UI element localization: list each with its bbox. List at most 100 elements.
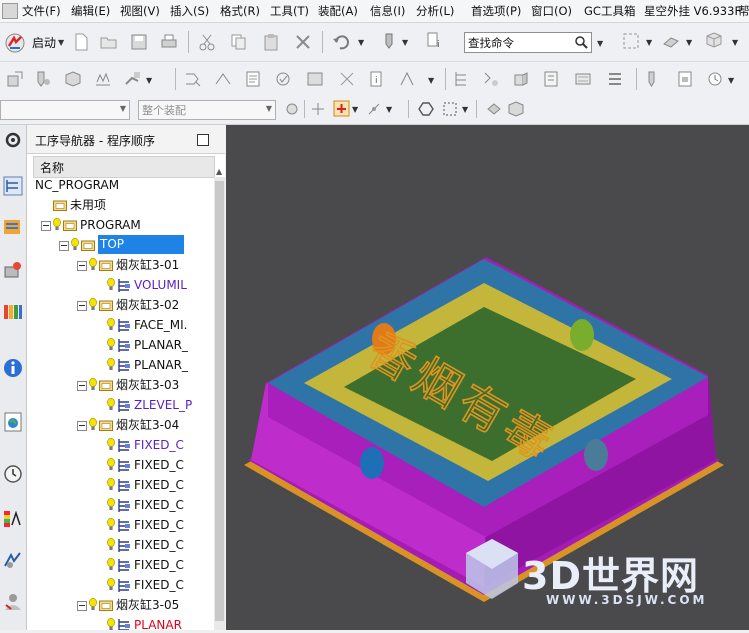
search-icon[interactable]	[574, 35, 588, 49]
operation-row[interactable]: FIXED_C	[27, 435, 213, 455]
geometry-navigator-tab-icon[interactable]	[2, 259, 24, 281]
fit-dropdown-icon[interactable]: ▼	[646, 38, 652, 47]
info-dropdown-icon[interactable]: ▼	[728, 76, 734, 85]
feeds-speeds-icon[interactable]	[574, 70, 592, 88]
filter-settings-icon[interactable]	[284, 101, 300, 117]
operation-row[interactable]: FIXED_C	[27, 515, 213, 535]
show-hide-icon[interactable]	[486, 101, 502, 117]
method-view-icon[interactable]	[542, 70, 560, 88]
start-dropdown-icon[interactable]: ▼	[58, 38, 64, 47]
menu-edit[interactable]: 编辑(E)	[71, 3, 110, 19]
tree-collapse-icon[interactable]	[77, 381, 87, 391]
library-tab-icon[interactable]	[2, 301, 24, 323]
menu-plugin[interactable]: 星空外挂 V6.933F	[644, 3, 741, 19]
command-search-input[interactable]: 查找命令	[464, 32, 592, 53]
snap-point-icon[interactable]	[310, 101, 326, 117]
tree-collapse-icon[interactable]	[41, 221, 51, 231]
menu-preferences[interactable]: 首选项(P)	[471, 3, 521, 19]
tree-collapse-icon[interactable]	[59, 241, 69, 251]
snap-midpoint-icon[interactable]	[366, 101, 382, 117]
delete-path-icon[interactable]	[338, 70, 356, 88]
hexagon-select-icon[interactable]	[418, 101, 434, 117]
print-icon[interactable]	[160, 33, 178, 51]
menu-assembly[interactable]: 装配(A)	[318, 3, 358, 19]
geometry-view-icon[interactable]	[512, 70, 530, 88]
postprocess-icon[interactable]: i	[368, 70, 386, 88]
scrollbar-thumb[interactable]	[215, 181, 224, 621]
operation-row[interactable]: ZLEVEL_P	[27, 395, 213, 415]
new-file-icon[interactable]	[72, 33, 90, 51]
solid-body-icon[interactable]	[508, 101, 524, 117]
program-group-row[interactable]: 烟灰缸3-05	[27, 595, 213, 615]
operation-row[interactable]: PLANAR_	[27, 335, 213, 355]
create-dropdown-icon[interactable]: ▼	[146, 76, 152, 85]
machine-tool-view-icon[interactable]	[482, 70, 500, 88]
shaded-cube-icon[interactable]	[705, 31, 723, 49]
open-folder-icon[interactable]	[100, 33, 118, 51]
verify-path-icon[interactable]	[274, 70, 292, 88]
assembly-scope-dropdown-icon[interactable]: ▼	[266, 104, 272, 113]
start-icon[interactable]	[4, 32, 26, 54]
operation-row[interactable]: FACE_MI.	[27, 315, 213, 335]
search-dropdown-icon[interactable]: ▼	[597, 39, 603, 48]
operation-row[interactable]: FIXED_C	[27, 495, 213, 515]
program-order-view-icon[interactable]	[452, 70, 470, 88]
create-operation-icon[interactable]	[124, 70, 142, 88]
program-group-row[interactable]: 烟灰缸3-01	[27, 255, 213, 275]
create-tool-icon[interactable]	[34, 70, 52, 88]
replay-path-icon[interactable]	[214, 70, 232, 88]
history-tab-icon[interactable]	[2, 463, 24, 485]
program-group-row[interactable]: 烟灰缸3-04	[27, 415, 213, 435]
machine-tool-navigator-tab-icon[interactable]	[2, 217, 24, 239]
operation-navigator-tab-icon[interactable]	[2, 175, 24, 197]
tool-library-icon[interactable]	[644, 70, 662, 88]
machining-tool-icon[interactable]	[380, 32, 398, 50]
program-group-row[interactable]: 烟灰缸3-02	[27, 295, 213, 315]
orient-dropdown-icon[interactable]: ▼	[686, 38, 692, 47]
start-button[interactable]: 启动	[32, 34, 56, 51]
simulate-icon[interactable]	[306, 70, 324, 88]
rectangle-dropdown-icon[interactable]: ▼	[462, 105, 468, 114]
menu-format[interactable]: 格式(R)	[220, 3, 260, 19]
analysis-tab-icon[interactable]	[2, 508, 24, 530]
operation-row[interactable]: PLANAR	[27, 615, 213, 630]
menu-insert[interactable]: 插入(S)	[170, 3, 209, 19]
shop-doc-report-icon[interactable]	[676, 70, 694, 88]
graphics-viewport[interactable]: 香烟有毒 3D世界网 WWW.3DSJW.COM	[226, 125, 749, 630]
process-studio-tab-icon[interactable]	[2, 549, 24, 571]
operation-row[interactable]: FIXED_C	[27, 455, 213, 475]
time-icon[interactable]	[706, 70, 724, 88]
snap-dropdown-icon[interactable]: ▼	[386, 105, 392, 114]
menu-tools[interactable]: 工具(T)	[270, 3, 309, 19]
operation-row[interactable]: FIXED_C	[27, 555, 213, 575]
undo-icon[interactable]	[332, 33, 350, 51]
assembly-scope-select[interactable]: 整个装配 ▼	[138, 100, 276, 120]
scroll-up-icon[interactable]: ▲	[216, 167, 222, 176]
menu-help[interactable]: 帮	[738, 3, 749, 19]
shop-doc-icon[interactable]	[398, 70, 416, 88]
program-group-row[interactable]: PROGRAM	[27, 215, 213, 235]
tool-dropdown-icon[interactable]: ▼	[402, 38, 408, 47]
program-group-row[interactable]: 烟灰缸3-03	[27, 375, 213, 395]
operation-row[interactable]: FIXED_C	[27, 475, 213, 495]
operation-row[interactable]: PLANAR_	[27, 355, 213, 375]
program-group-row[interactable]: TOP	[27, 235, 213, 255]
tree-collapse-icon[interactable]	[77, 601, 87, 611]
generate-path-icon[interactable]	[184, 70, 202, 88]
create-method-icon[interactable]	[94, 70, 112, 88]
select-point-icon[interactable]	[333, 100, 350, 117]
tree-collapse-icon[interactable]	[77, 301, 87, 311]
tree-collapse-icon[interactable]	[77, 421, 87, 431]
root-row[interactable]: NC_PROGRAM	[27, 175, 213, 195]
render-dropdown-icon[interactable]: ▼	[732, 38, 738, 47]
app-logo-icon[interactable]	[2, 3, 18, 19]
select-dropdown-icon[interactable]: ▼	[352, 105, 358, 114]
menu-information[interactable]: 信息(I)	[370, 3, 405, 19]
output-dropdown-icon[interactable]: ▼	[428, 76, 434, 85]
menu-file[interactable]: 文件(F)	[22, 3, 61, 19]
object-list-icon[interactable]	[606, 70, 624, 88]
create-geometry-icon[interactable]	[64, 70, 82, 88]
view-orient-icon[interactable]	[662, 32, 680, 50]
info-window-icon[interactable]: i	[426, 31, 444, 49]
fit-view-icon[interactable]	[622, 32, 640, 50]
